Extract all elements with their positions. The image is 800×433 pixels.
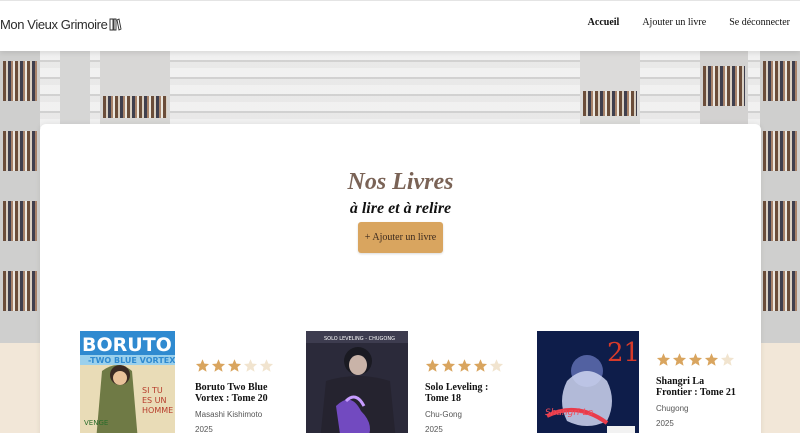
header: Mon Vieux Grimoire Accueil Ajouter un li… [0,0,800,51]
book-icon [109,18,122,31]
star-icon [489,359,504,372]
nav-add-book[interactable]: Ajouter un livre [642,17,706,28]
book-title: Solo Leveling : Tome 18 [425,382,489,404]
logo-text: Mon Vieux Grimoire [0,17,108,32]
book-author: Chugong [656,404,689,413]
star-icon [457,359,472,372]
svg-text:BORUTO: BORUTO [82,334,172,356]
nav-logout[interactable]: Se déconnecter [729,17,790,28]
star-icon [720,353,735,366]
book-author: Masashi Kishimoto [195,410,263,419]
rating-stars [656,352,741,368]
book-author: Chu-Gong [425,410,462,419]
book-title: Shangri La Frontier : Tome 21 [656,376,736,398]
svg-text:HOMME: HOMME [142,406,173,415]
book-title: Boruto Two Blue Vortex : Tome 20 [195,382,268,404]
page-title: Nos Livres [347,169,454,195]
logo[interactable]: Mon Vieux Grimoire [0,17,122,32]
svg-text:ES UN: ES UN [142,396,167,405]
star-icon [656,353,671,366]
svg-text:-TWO BLUE VORTEX-: -TWO BLUE VORTEX- [88,356,175,365]
star-icon [259,359,274,372]
book-year: 2025 [656,419,674,428]
rating-stars [425,358,510,374]
book-info: Shangri La Frontier : Tome 21 Chugong 20… [656,352,741,428]
book-year: 2025 [425,425,443,433]
star-icon [704,353,719,366]
star-icon [425,359,440,372]
rating-stars [195,358,280,374]
add-book-button[interactable]: + Ajouter un livre [358,222,443,253]
star-icon [473,359,488,372]
main-nav: Accueil Ajouter un livre Se déconnecter [588,17,790,28]
book-cover: BORUTO -TWO BLUE VORTEX- SI TU ES UN HOM… [80,331,175,433]
book-info: Solo Leveling : Tome 18 Chu-Gong 2025 [425,358,510,433]
star-icon [672,353,687,366]
nav-home[interactable]: Accueil [588,17,620,28]
svg-text:VENGE: VENGE [84,419,108,427]
star-icon [243,359,258,372]
book-cover: 21 Shangri-La [537,331,639,433]
star-icon [195,359,210,372]
star-icon [441,359,456,372]
book-info: Boruto Two Blue Vortex : Tome 20 Masashi… [195,358,280,433]
star-icon [211,359,226,372]
svg-text:Shangri-La: Shangri-La [545,408,593,418]
svg-text:SI TU: SI TU [142,386,163,395]
star-icon [227,359,242,372]
books-card: Nos Livres à lire et à relire + Ajouter … [40,124,761,433]
book-year: 2025 [195,425,213,433]
svg-text:SOLO LEVELING - CHUGONG: SOLO LEVELING - CHUGONG [324,336,395,342]
star-icon [688,353,703,366]
book-cover: SOLO LEVELING - CHUGONG [306,331,408,433]
svg-text:21: 21 [607,338,639,368]
page-subtitle: à lire et à relire [349,200,452,217]
